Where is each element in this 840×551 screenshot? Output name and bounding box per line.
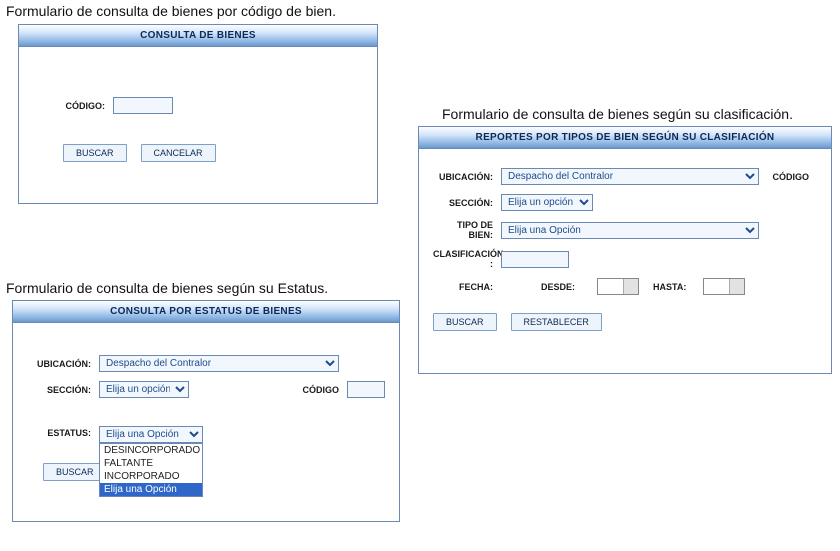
- cancelar-button[interactable]: CANCELAR: [141, 144, 216, 162]
- caption-form-estatus: Formulario de consulta de bienes según s…: [6, 280, 328, 296]
- select-ubicacion-2[interactable]: Despacho del Contralor: [99, 355, 339, 372]
- select-estatus-wrap: Elija una Opción DESINCORPORADO FALTANTE…: [99, 426, 203, 443]
- caption-form-codigo: Formulario de consulta de bienes por cód…: [6, 3, 336, 19]
- caption-form-clasificacion: Formulario de consulta de bienes según s…: [442, 106, 793, 122]
- buscar-button-3[interactable]: BUSCAR: [433, 313, 497, 331]
- panel-title-consulta-bienes: CONSULTA DE BIENES: [19, 25, 377, 47]
- panel-consulta-bienes: CONSULTA DE BIENES CÓDIGO: BUSCAR CANCEL…: [18, 24, 378, 204]
- select-estatus[interactable]: Elija una Opción: [99, 426, 203, 443]
- input-clasificacion[interactable]: [501, 251, 569, 268]
- restablecer-button[interactable]: RESTABLECER: [511, 313, 602, 331]
- label-codigo: CÓDIGO:: [33, 101, 113, 111]
- label-hasta: HASTA:: [653, 282, 703, 292]
- panel-title-reportes: REPORTES POR TIPOS DE BIEN SEGÚN SU CLAS…: [419, 127, 831, 149]
- label-seccion: SECCIÓN:: [433, 198, 501, 208]
- label-tipo-bien: TIPO DE BIEN:: [433, 220, 501, 240]
- estatus-option-incorporado[interactable]: INCORPORADO: [100, 470, 202, 483]
- input-codigo[interactable]: [113, 97, 173, 114]
- estatus-option-elija[interactable]: Elija una Opción: [100, 483, 202, 496]
- panel-body-estatus: UBICACIÓN: Despacho del Contralor SECCIÓ…: [13, 323, 399, 500]
- panel-body-consulta-bienes: CÓDIGO: BUSCAR CANCELAR: [19, 47, 377, 181]
- panel-title-estatus: CONSULTA POR ESTATUS DE BIENES: [13, 301, 399, 323]
- estatus-option-faltante[interactable]: FALTANTE: [100, 457, 202, 470]
- buscar-button-2[interactable]: BUSCAR: [43, 463, 107, 481]
- select-seccion[interactable]: Elija un opción: [501, 194, 593, 211]
- input-codigo-2[interactable]: [347, 381, 385, 398]
- select-ubicacion[interactable]: Despacho del Contralor: [501, 168, 759, 185]
- label-seccion-2: SECCIÓN:: [27, 385, 99, 395]
- date-hasta[interactable]: [703, 278, 745, 295]
- select-seccion-2[interactable]: Elija un opción: [99, 381, 189, 398]
- panel-consulta-estatus: CONSULTA POR ESTATUS DE BIENES UBICACIÓN…: [12, 300, 400, 522]
- buscar-button[interactable]: BUSCAR: [63, 144, 127, 162]
- panel-body-reportes: UBICACIÓN: Despacho del Contralor CÓDIGO…: [419, 149, 831, 350]
- estatus-option-desincorporado[interactable]: DESINCORPORADO: [100, 444, 202, 457]
- label-ubicacion-2: UBICACIÓN:: [27, 359, 99, 369]
- label-ubicacion: UBICACIÓN:: [433, 172, 501, 182]
- label-fecha: FECHA:: [433, 282, 501, 292]
- label-clasificacion: CLASIFICACIÓN :: [433, 249, 501, 269]
- select-tipo-bien[interactable]: Elija una Opción: [501, 222, 759, 239]
- panel-reportes-clasificacion: REPORTES POR TIPOS DE BIEN SEGÚN SU CLAS…: [418, 126, 832, 374]
- label-estatus: ESTATUS:: [27, 426, 99, 438]
- label-codigo-3: CÓDIGO: [763, 172, 817, 182]
- label-codigo-2: CÓDIGO: [299, 385, 347, 395]
- estatus-dropdown-list: DESINCORPORADO FALTANTE INCORPORADO Elij…: [99, 443, 203, 497]
- date-desde[interactable]: [597, 278, 639, 295]
- label-desde: DESDE:: [541, 282, 597, 292]
